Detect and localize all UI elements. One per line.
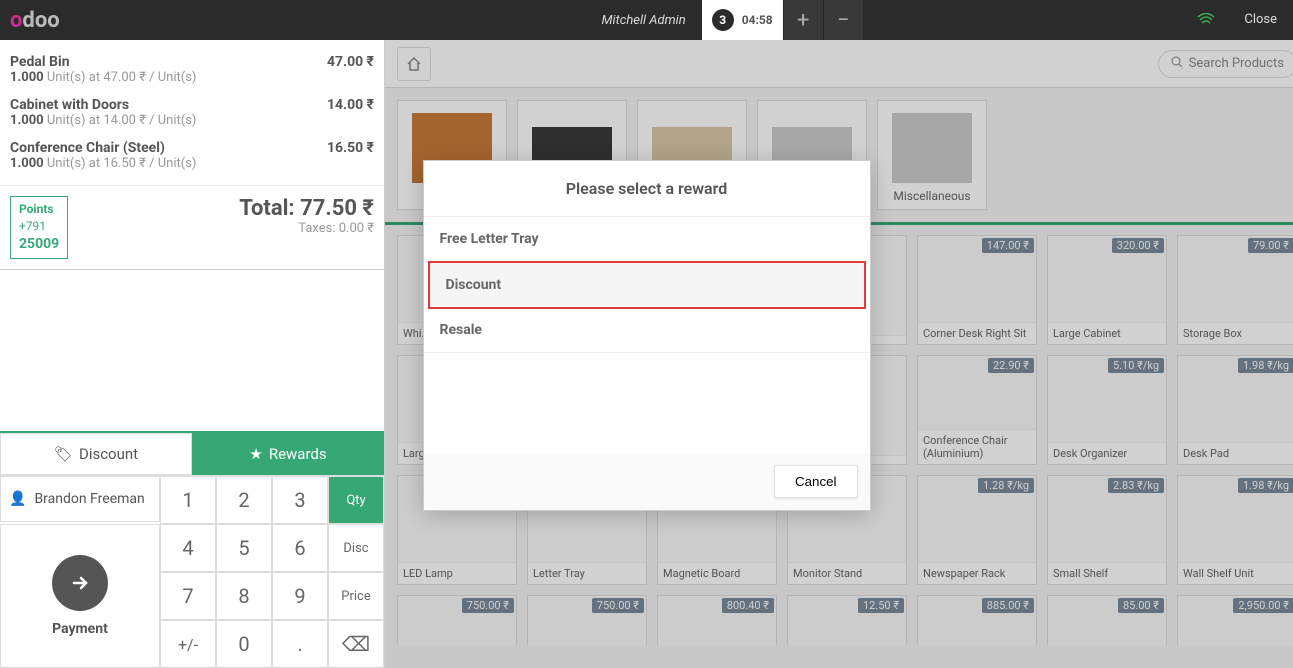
modal-footer: Cancel [424,453,870,510]
reward-option-resale[interactable]: Resale [424,308,870,353]
cancel-button[interactable]: Cancel [774,465,858,498]
reward-option-free-letter-tray[interactable]: Free Letter Tray [424,217,870,262]
reward-option-discount[interactable]: Discount [428,261,866,309]
reward-modal: Please select a reward Free Letter Tray … [423,160,871,511]
modal-backdrop[interactable]: Please select a reward Free Letter Tray … [0,0,1293,668]
modal-title: Please select a reward [424,161,870,217]
